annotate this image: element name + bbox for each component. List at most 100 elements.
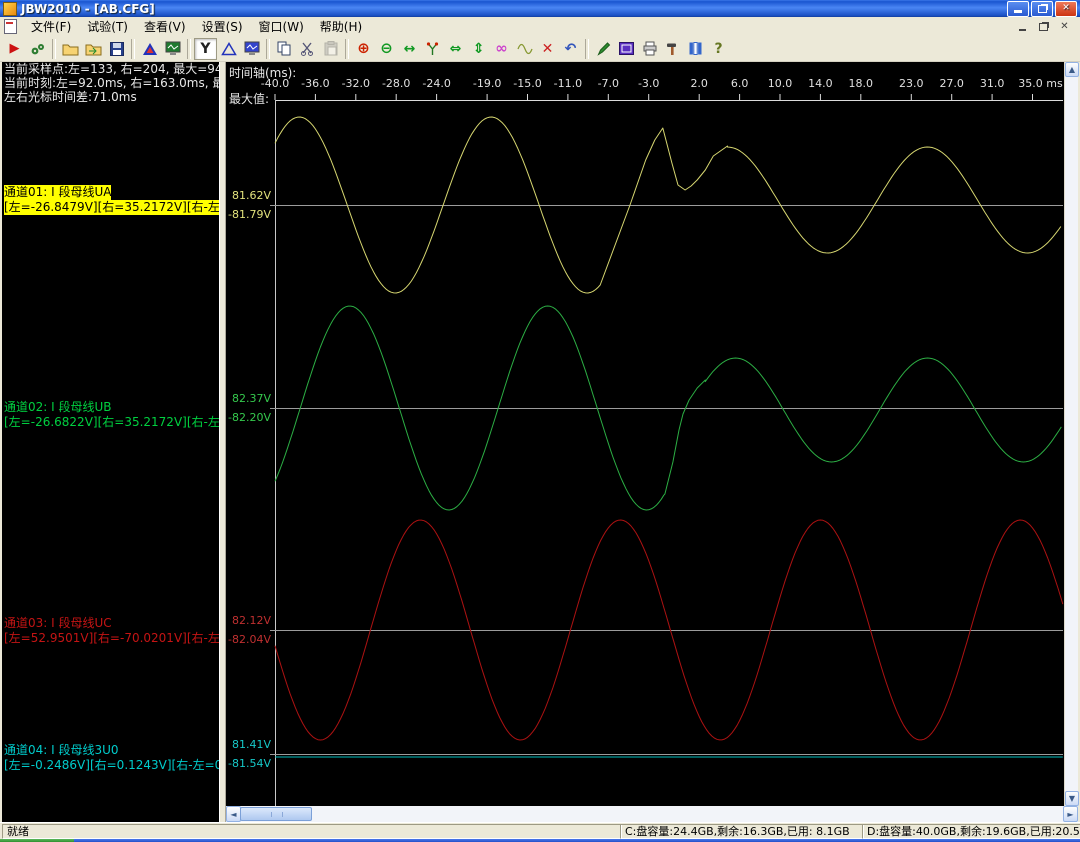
channel-02-min-label: -82.20V — [226, 411, 271, 424]
menu-help[interactable]: 帮助(H) — [312, 18, 370, 36]
cursor-tool-button[interactable] — [421, 38, 444, 60]
amplitude-increase-button[interactable]: ⊕ — [352, 38, 375, 60]
restore-button[interactable] — [1031, 1, 1053, 17]
toolbar-separator — [131, 39, 135, 59]
paste-button — [319, 38, 342, 60]
close-button[interactable]: ✕ — [1055, 1, 1077, 17]
expand-horizontal-button[interactable]: ↔ — [398, 38, 421, 60]
status-disk-c: C:盘容量:24.4GB,剩余:16.3GB,已用: 8.1GB — [620, 824, 864, 839]
toolbar-separator — [52, 39, 56, 59]
scroll-down-button[interactable]: ▼ — [1065, 791, 1079, 806]
channel-04-min-label: -81.54V — [226, 757, 271, 770]
triangle-view-button[interactable] — [217, 38, 240, 60]
start-test-button[interactable]: ▶ — [3, 38, 26, 60]
triangle-filled-icon — [142, 42, 158, 56]
info-line-1: 当前采样点:左=133, 右=204, 最大=943 — [2, 62, 219, 76]
amplitude-decrease-button[interactable]: ⊖ — [375, 38, 398, 60]
info-line-2: 当前时刻:左=92.0ms, 右=163.0ms, 最大=3659.0ms — [2, 76, 219, 90]
undo-button[interactable]: ↶ — [559, 38, 582, 60]
channel-cursor-values: [左=-0.2486V][右=0.1243V][右-左=0.3729V] — [4, 758, 219, 773]
monitor-green-icon — [165, 41, 181, 56]
y-axis-tool-button[interactable]: Y — [194, 38, 217, 60]
triangle-outline-icon — [221, 42, 237, 56]
infinity-icon: ∞ — [495, 41, 508, 56]
child-restore-button[interactable] — [1036, 20, 1051, 33]
scroll-up-button[interactable]: ▲ — [1065, 62, 1079, 77]
status-ready: 就绪 — [2, 824, 622, 839]
undo-icon: ↶ — [565, 42, 577, 56]
tools-hammer-button[interactable] — [661, 38, 684, 60]
help-question-button[interactable]: ? — [707, 38, 730, 60]
link-channels-button[interactable]: ∞ — [490, 38, 513, 60]
menu-test[interactable]: 试验(T) — [79, 18, 136, 36]
channel-03-max-label: 82.12V — [226, 614, 271, 627]
acquisition-gears-button[interactable] — [26, 38, 49, 60]
scroll-thumb[interactable] — [240, 807, 312, 821]
document-icon — [4, 19, 17, 34]
vector-analysis-button[interactable] — [138, 38, 161, 60]
horizontal-scrollbar[interactable]: ◄ ► — [226, 806, 1078, 822]
toolbar-separator — [585, 39, 589, 59]
toolbar: ▶ Y ⊕ ⊖↔ ⇔ ⇕ ∞ ✕ ↶? — [0, 36, 1080, 62]
window-title: JBW2010 - [AB.CFG] — [21, 2, 155, 16]
display-settings-button[interactable] — [615, 38, 638, 60]
channel-title: 通道02: I 段母线UB — [4, 400, 112, 415]
channel-03-min-label: -82.04V — [226, 633, 271, 646]
monitor-blue-icon — [244, 41, 260, 56]
report-table-button[interactable] — [684, 38, 707, 60]
pan-vertical-button[interactable]: ⇕ — [467, 38, 490, 60]
edit-annotate-button[interactable] — [592, 38, 615, 60]
toolbar-separator — [345, 39, 349, 59]
waveform-plot-area: 时间轴(ms): 最大值: -40.0-36.0-32.0-28.0-24.0-… — [226, 62, 1064, 806]
plus-circle-icon: ⊕ — [357, 41, 370, 56]
menu-view[interactable]: 查看(V) — [136, 18, 194, 36]
channel-item-01[interactable]: 通道01: I 段母线UA[左=-26.8479V][右=35.2172V][右… — [4, 185, 219, 215]
save-file-button[interactable] — [105, 38, 128, 60]
vertical-scrollbar[interactable]: ▲ ▼ — [1064, 62, 1078, 806]
arrow-lr-icon: ⇔ — [450, 42, 462, 56]
print-button[interactable] — [638, 38, 661, 60]
question-icon: ? — [714, 42, 722, 56]
menu-bar: 文件(F)试验(T)查看(V)设置(S)窗口(W)帮助(H) ✕ — [0, 17, 1080, 36]
status-bar: 就绪 C:盘容量:24.4GB,剩余:16.3GB,已用: 8.1GB D:盘容… — [0, 822, 1080, 839]
channel-info-panel: 当前采样点:左=133, 右=204, 最大=943当前时刻:左=92.0ms,… — [2, 62, 219, 822]
channel-title: 通道03: I 段母线UC — [4, 616, 112, 631]
cut-button[interactable] — [296, 38, 319, 60]
channel-cursor-values: [左=-26.6822V][右=35.2172V][右-左=61.8994V] — [4, 415, 219, 430]
pen-icon — [596, 41, 611, 56]
channel-cursor-values: [左=52.9501V][右=-70.0201V][右-左=-122.9702 — [4, 631, 219, 646]
floppy-icon — [110, 42, 124, 56]
panel-splitter[interactable] — [219, 62, 226, 822]
menu-window[interactable]: 窗口(W) — [251, 18, 312, 36]
channel-item-04[interactable]: 通道04: I 段母线3U0[左=-0.2486V][右=0.1243V][右-… — [4, 743, 219, 773]
child-minimize-button[interactable] — [1015, 20, 1030, 33]
copy-icon — [277, 41, 292, 56]
title-bar: JBW2010 - [AB.CFG] ✕ — [0, 0, 1080, 17]
open-config-button[interactable] — [82, 38, 105, 60]
menu-file[interactable]: 文件(F) — [23, 18, 79, 36]
play-icon: ▶ — [10, 42, 20, 55]
scroll-left-button[interactable]: ◄ — [226, 806, 241, 822]
pan-horizontal-button[interactable]: ⇔ — [444, 38, 467, 60]
letter-y-icon: Y — [200, 42, 210, 56]
sine-wave-tool-button[interactable] — [513, 38, 536, 60]
waveform-window-green-button[interactable] — [161, 38, 184, 60]
open-file-button[interactable] — [59, 38, 82, 60]
menu-settings[interactable]: 设置(S) — [194, 18, 251, 36]
channel-item-03[interactable]: 通道03: I 段母线UC[左=52.9501V][右=-70.0201V][右… — [4, 616, 219, 646]
info-line-3: 左右光标时间差:71.0ms — [2, 90, 219, 104]
copy-button[interactable] — [273, 38, 296, 60]
child-close-button[interactable]: ✕ — [1057, 20, 1072, 33]
channel-02-max-label: 82.37V — [226, 392, 271, 405]
channel-item-02[interactable]: 通道02: I 段母线UB[左=-26.6822V][右=35.2172V][右… — [4, 400, 219, 430]
paste-icon — [324, 41, 338, 56]
toolbar-separator — [266, 39, 270, 59]
scroll-right-button[interactable]: ► — [1063, 806, 1078, 822]
folder-open-icon — [85, 42, 102, 56]
hammer-icon — [665, 41, 680, 56]
delete-channel-button[interactable]: ✕ — [536, 38, 559, 60]
minimize-button[interactable] — [1007, 1, 1029, 17]
printer-icon — [642, 41, 658, 56]
waveform-window-blue-button[interactable] — [240, 38, 263, 60]
waveform-canvas[interactable] — [226, 62, 1064, 806]
